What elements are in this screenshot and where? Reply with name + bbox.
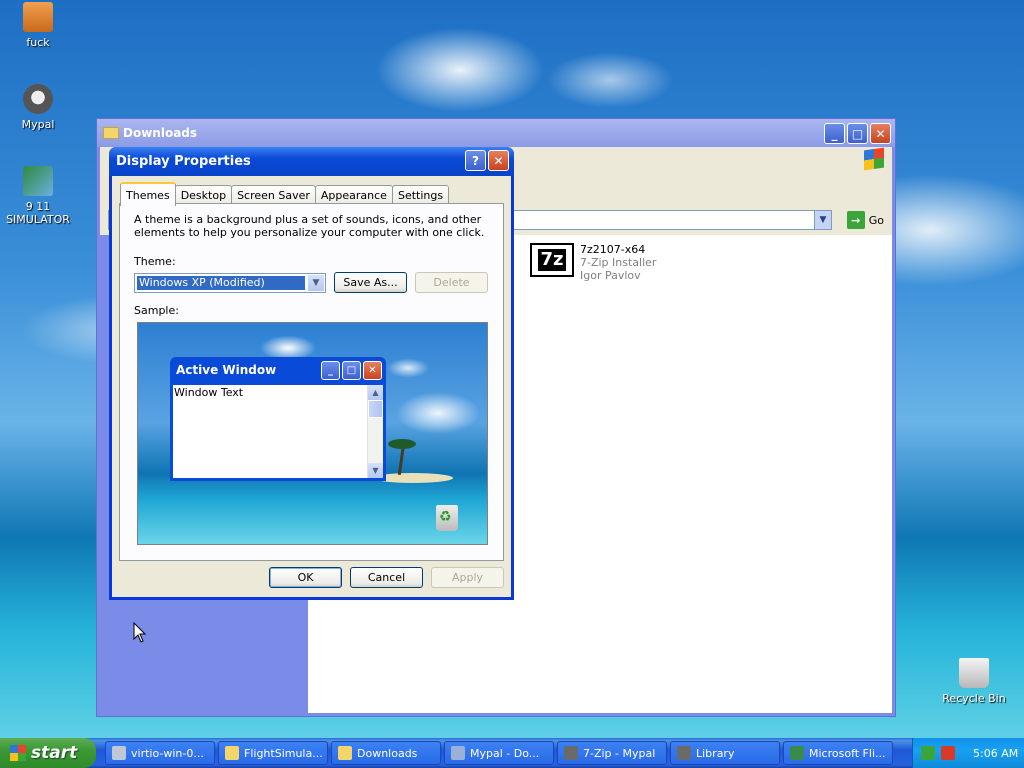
dialog-title: Display Properties [116, 154, 251, 169]
recycle-bin-icon [436, 505, 458, 531]
file-company: Igor Pavlov [580, 269, 641, 282]
raccoon-icon [677, 746, 691, 760]
go-label: Go [868, 213, 884, 227]
task-flightsimulator-folder[interactable]: FlightSimula... [218, 741, 328, 765]
raccoon-icon [23, 84, 53, 114]
scroll-up-icon: ▲ [368, 385, 383, 400]
delete-button[interactable]: Delete [415, 272, 488, 293]
scroll-down-icon: ▼ [368, 463, 383, 478]
task-virtio-win[interactable]: virtio-win-0... [105, 741, 215, 765]
downloads-title: Downloads [123, 126, 198, 140]
tab-appearance[interactable]: Appearance [314, 185, 393, 204]
desktop-icon-recycle-bin[interactable]: Recycle Bin [934, 658, 1014, 705]
tab-settings[interactable]: Settings [391, 185, 450, 204]
windows-logo-icon [864, 147, 884, 171]
help-button[interactable]: ? [465, 150, 486, 171]
go-button[interactable]: → Go [846, 211, 884, 229]
folder-icon [225, 746, 239, 760]
task-7zip-mypal[interactable]: 7-Zip - Mypal [557, 741, 667, 765]
apply-button[interactable]: Apply [431, 567, 504, 588]
file-name: 7z2107-x64 [580, 243, 646, 256]
system-tray: 5:06 AM [912, 738, 1024, 768]
palm-leaves [388, 439, 416, 449]
raccoon-icon [564, 746, 578, 760]
theme-select[interactable]: Windows XP (Modified) ▼ [134, 273, 326, 293]
desktop-icon-911-simulator[interactable]: 9 11 SIMULATOR [0, 166, 78, 226]
desktop-icon-label: Mypal [21, 118, 55, 131]
save-as-button[interactable]: Save As... [334, 272, 407, 293]
task-mypal-downloads[interactable]: Mypal - Do... [444, 741, 554, 765]
start-label: start [31, 743, 78, 763]
sample-label: Sample: [134, 304, 179, 317]
file-item-7zip[interactable]: 7z 7z2107-x64 7-Zip Installer Igor Pavlo… [530, 243, 656, 282]
mouse-cursor-icon [133, 622, 147, 643]
sample-maximize-icon: □ [342, 361, 361, 380]
task-microsoft-flight[interactable]: Microsoft Fli... [783, 741, 893, 765]
theme-label: Theme: [134, 255, 176, 268]
sample-active-window: Active Window _ □ ✕ Window Text ▲ ▼ [170, 357, 386, 481]
ok-button[interactable]: OK [269, 567, 342, 588]
security-shield-icon[interactable] [941, 746, 955, 760]
7zip-icon: 7z [530, 243, 574, 277]
desktop-icon-label: 9 11 SIMULATOR [6, 200, 70, 226]
airplane-icon [23, 166, 53, 196]
theme-sample-preview: Active Window _ □ ✕ Window Text ▲ ▼ [137, 322, 488, 545]
tab-desktop[interactable]: Desktop [174, 185, 233, 204]
desktop-icon-label: Recycle Bin [942, 692, 1006, 705]
file-description: 7-Zip Installer [580, 256, 657, 269]
go-arrow-icon: → [846, 211, 865, 229]
themes-panel: A theme is a background plus a set of so… [119, 203, 504, 561]
sample-window-text: Window Text [174, 386, 244, 399]
theme-select-value: Windows XP (Modified) [136, 275, 306, 291]
downloads-titlebar[interactable]: Downloads [97, 119, 895, 147]
task-downloads[interactable]: Downloads [331, 741, 441, 765]
sample-scrollbar: ▲ ▼ [367, 385, 383, 478]
start-button[interactable]: start [0, 738, 96, 768]
clock[interactable]: 5:06 AM [973, 747, 1018, 760]
dialog-titlebar[interactable]: Display Properties [109, 147, 514, 176]
theme-description: A theme is a background plus a set of so… [134, 213, 485, 239]
windows-flag-icon [10, 745, 26, 761]
desktop-icon-mypal[interactable]: Mypal [0, 84, 78, 131]
close-button[interactable]: ✕ [870, 123, 891, 144]
taskbar: start virtio-win-0... FlightSimula... Do… [0, 738, 1024, 768]
briefcase-folder-icon [23, 2, 53, 32]
folder-icon [338, 746, 352, 760]
display-properties-dialog[interactable]: Display Properties ? ✕ Themes Desktop Sc… [109, 147, 514, 600]
network-icon[interactable] [921, 746, 935, 760]
scroll-thumb [368, 400, 383, 418]
cancel-button[interactable]: Cancel [350, 567, 423, 588]
folder-icon [103, 127, 119, 139]
tab-themes[interactable]: Themes [120, 182, 176, 206]
tab-screen-saver[interactable]: Screen Saver [231, 185, 316, 204]
recycle-bin-icon [959, 658, 989, 688]
chevron-down-icon[interactable]: ▼ [814, 211, 831, 229]
sample-close-icon: ✕ [363, 361, 382, 380]
desktop-icon-fuck[interactable]: fuck [0, 2, 78, 49]
mypal-icon [451, 746, 465, 760]
sample-minimize-icon: _ [321, 361, 340, 380]
maximize-button[interactable]: □ [847, 123, 868, 144]
airplane-icon [790, 746, 804, 760]
task-library[interactable]: Library [670, 741, 780, 765]
desktop-icon-label: fuck [26, 36, 50, 49]
installer-icon [112, 746, 126, 760]
chevron-down-icon[interactable]: ▼ [308, 275, 324, 291]
minimize-button[interactable]: _ [824, 123, 845, 144]
dialog-close-button[interactable]: ✕ [488, 150, 509, 171]
